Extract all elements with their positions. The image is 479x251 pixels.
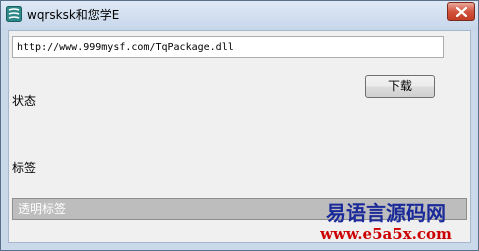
app-logo-icon [6, 6, 22, 22]
main-window: wqrsksk和您学E 下载 状态 标签 透明标签 易语言源码网 www.e5a… [0, 0, 479, 251]
close-button[interactable] [447, 2, 475, 21]
title-bar[interactable]: wqrsksk和您学E [1, 1, 478, 30]
client-area: 下载 状态 标签 透明标签 [8, 30, 471, 243]
tag-label: 标签 [12, 161, 37, 175]
window-title: wqrsksk和您学E [27, 8, 120, 22]
close-icon [456, 7, 467, 17]
transparent-label: 透明标签 [12, 198, 467, 220]
url-input[interactable] [12, 36, 444, 58]
status-label: 状态 [12, 94, 37, 108]
download-button[interactable]: 下载 [365, 75, 435, 98]
